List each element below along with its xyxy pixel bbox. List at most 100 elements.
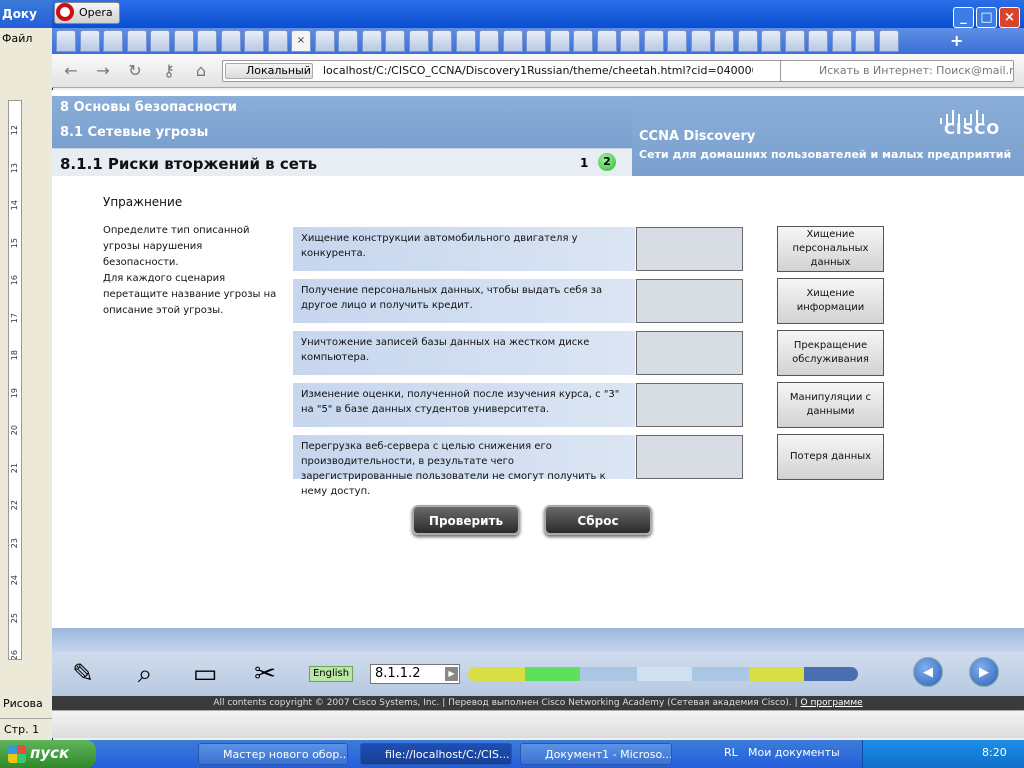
threat-option-info-theft[interactable]: Хищение информации [777, 278, 884, 324]
taskbar-item-wizard[interactable]: Мастер нового обор... [198, 743, 348, 765]
browser-tab[interactable] [784, 30, 805, 52]
scenario-row: Уничтожение записей базы данных на жестк… [293, 331, 635, 375]
browser-tab[interactable] [690, 30, 711, 52]
section-title: 8.1 Сетевые угрозы [60, 125, 209, 140]
browser-tab[interactable] [56, 30, 76, 52]
drop-target[interactable] [636, 227, 743, 271]
scenario-row: Перегрузка веб-сервера с целью снижения … [293, 435, 635, 497]
threat-option-data-manipulation[interactable]: Манипуляции с данными [777, 382, 884, 428]
browser-tab[interactable] [620, 30, 640, 52]
progress-segment[interactable] [749, 667, 804, 681]
browser-tab[interactable] [878, 30, 899, 52]
search-icon[interactable]: ⌕ [126, 656, 164, 692]
browser-tab[interactable] [314, 30, 335, 52]
progress-segment[interactable] [692, 667, 749, 681]
browser-tab[interactable] [643, 30, 664, 52]
browser-tab[interactable] [808, 30, 828, 52]
browser-tab[interactable] [855, 30, 875, 52]
drop-target[interactable] [636, 435, 743, 479]
browser-tab[interactable] [432, 30, 452, 52]
opera-status-bar [52, 710, 1024, 738]
instruction-2: Для каждого сценария перетащите название… [103, 273, 277, 316]
page-title: 8.1.1 Риски вторжений в сеть [60, 155, 318, 173]
search-input[interactable]: Искать в Интернет: Поиск@mail.ru [780, 60, 1014, 82]
brand-title: CCNA Discovery [639, 129, 756, 144]
language-indicator[interactable]: RL [724, 746, 738, 759]
back-icon[interactable]: ← [60, 62, 82, 80]
browser-tab[interactable] [573, 30, 593, 52]
drop-target[interactable] [636, 279, 743, 323]
progress-segment[interactable] [637, 667, 692, 681]
reload-icon[interactable]: ↻ [124, 62, 146, 80]
minimize-button[interactable]: _ [953, 7, 974, 28]
browser-tab[interactable] [361, 30, 382, 52]
new-tab-button[interactable]: + [950, 31, 963, 50]
browser-tab[interactable] [220, 30, 241, 52]
word-menu-file[interactable]: Файл [0, 28, 52, 50]
browser-tab[interactable] [479, 30, 499, 52]
browser-tab[interactable] [455, 30, 476, 52]
ruler-number: 19 [10, 387, 19, 398]
check-button[interactable]: Проверить [412, 505, 520, 535]
browser-tab[interactable] [408, 30, 429, 52]
ruler-number: 25 [10, 612, 19, 623]
word-draw-toolbar[interactable]: Рисова [0, 694, 52, 714]
progress-segment[interactable] [804, 667, 858, 681]
ruler-number: 13 [10, 162, 19, 173]
threat-option-denial-of-service[interactable]: Прекращение обслуживания [777, 330, 884, 376]
about-link[interactable]: О программе [801, 698, 863, 708]
drop-target[interactable] [636, 331, 743, 375]
browser-tab[interactable] [126, 30, 147, 52]
copyright-bar: All contents copyright © 2007 Cisco Syst… [52, 696, 1024, 710]
browser-tab[interactable] [549, 30, 570, 52]
key-icon[interactable]: ⚷ [158, 62, 180, 80]
browser-tab[interactable] [737, 30, 758, 52]
language-button[interactable]: English [309, 666, 353, 682]
tools-icon[interactable]: ✂ [246, 656, 284, 692]
ruler-number: 16 [10, 275, 19, 286]
ruler-number: 23 [10, 537, 19, 548]
page-number-2-active[interactable]: 2 [598, 153, 616, 171]
browser-tab[interactable] [150, 30, 170, 52]
browser-tab[interactable] [526, 30, 546, 52]
exercise-title: Упражнение [103, 195, 183, 209]
browser-tab[interactable] [596, 30, 617, 52]
next-page-icon[interactable]: ▶ [969, 657, 999, 687]
taskbar-item-opera[interactable]: file://localhost/C:/CIS... [360, 743, 512, 765]
browser-tab-active[interactable]: × [291, 30, 311, 52]
browser-tab[interactable] [103, 30, 123, 52]
browser-tab[interactable] [79, 30, 100, 52]
chapter-title: 8 Основы безопасности [60, 100, 237, 115]
browser-tab[interactable] [267, 30, 288, 52]
taskbar-item-word[interactable]: Документ1 - Microso... [520, 743, 672, 765]
progress-segment[interactable] [525, 667, 580, 681]
ruler-number: 18 [10, 350, 19, 361]
page-number-1[interactable]: 1 [580, 156, 588, 170]
progress-segment[interactable] [468, 667, 525, 681]
home-icon[interactable]: ⌂ [190, 62, 212, 80]
threat-option-personal-data[interactable]: Хищение персональных данных [777, 226, 884, 272]
browser-tab[interactable] [667, 30, 687, 52]
browser-tab[interactable] [338, 30, 358, 52]
browser-tab[interactable] [502, 30, 523, 52]
browser-tab[interactable] [831, 30, 852, 52]
address-field[interactable]: Локальный localhost/C:/CISCO_CCNA/Discov… [222, 60, 828, 82]
maximize-button[interactable]: □ [976, 7, 997, 28]
close-button[interactable]: × [999, 7, 1020, 28]
reset-button[interactable]: Сброс [544, 505, 652, 535]
browser-tab[interactable] [714, 30, 734, 52]
notes-icon[interactable]: ✎ [64, 656, 102, 692]
my-documents-toolbar[interactable]: Мои документы [748, 746, 840, 759]
prev-page-icon[interactable]: ◀ [913, 657, 943, 687]
browser-tab[interactable] [173, 30, 194, 52]
progress-segment[interactable] [580, 667, 637, 681]
threat-option-data-loss[interactable]: Потеря данных [777, 434, 884, 480]
browser-tab[interactable] [244, 30, 264, 52]
forward-icon[interactable]: → [92, 62, 114, 80]
browser-tab[interactable] [761, 30, 781, 52]
drop-target[interactable] [636, 383, 743, 427]
browser-tab[interactable] [197, 30, 217, 52]
glossary-book-icon[interactable]: ▭ [186, 656, 224, 692]
go-to-page-icon[interactable]: ▶ [445, 667, 458, 681]
browser-tab[interactable] [385, 30, 405, 52]
